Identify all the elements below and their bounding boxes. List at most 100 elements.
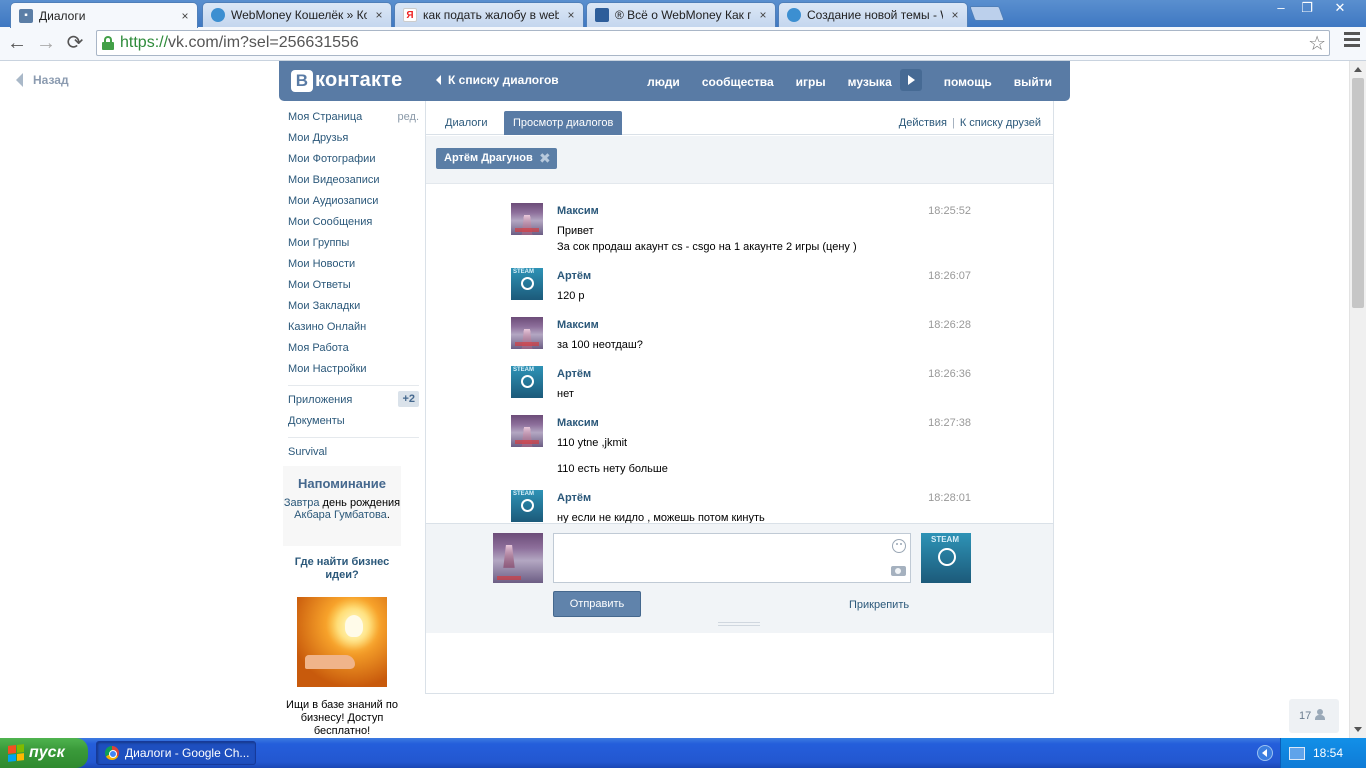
ad-image-lightbulb[interactable]	[297, 597, 387, 687]
play-icon[interactable]	[899, 69, 922, 91]
nav-communities[interactable]: сообщества	[702, 75, 774, 89]
tab-dialogs[interactable]: Диалоги	[436, 111, 497, 135]
my-avatar[interactable]	[493, 533, 543, 583]
reminder-person-link[interactable]: Акбара Гумбатова	[294, 509, 387, 521]
browser-tab[interactable]: ® Всё о WebMoney Как п ×	[586, 2, 776, 27]
actions-link[interactable]: Действия	[899, 117, 947, 129]
sidebar-item-docs[interactable]: Документы	[288, 414, 419, 435]
online-count: 17	[1299, 710, 1312, 722]
tab-view-dialogs[interactable]: Просмотр диалогов	[504, 111, 623, 135]
vk-logo[interactable]: В контакте	[291, 69, 403, 92]
browser-tab[interactable]: WebMoney Кошелёк » Коше ×	[202, 2, 392, 27]
sidebar-item-casino[interactable]: Казино Онлайн	[288, 320, 419, 341]
remove-chip-icon[interactable]: ✖	[539, 148, 551, 169]
start-button[interactable]: пуск	[0, 738, 88, 768]
sidebar-item-audios[interactable]: Мои Аудиозаписи	[288, 194, 419, 215]
edit-link[interactable]: ред.	[398, 110, 419, 124]
avatar[interactable]: STEAM	[511, 268, 543, 300]
message-author[interactable]: Артём	[557, 492, 591, 504]
restore-button[interactable]: ❐	[1294, 0, 1320, 17]
sidebar-item-work[interactable]: Моя Работа	[288, 341, 419, 362]
message-author[interactable]: Артём	[557, 270, 591, 282]
avatar[interactable]	[511, 203, 543, 235]
bookmark-star-icon[interactable]: ☆	[1308, 31, 1326, 56]
sidebar-item-groups[interactable]: Мои Группы	[288, 236, 419, 257]
browser-tab[interactable]: ▪ Диалоги ×	[10, 2, 198, 28]
scroll-up-arrow-icon[interactable]	[1354, 67, 1362, 72]
chrome-icon	[105, 746, 119, 760]
close-icon[interactable]: ×	[565, 8, 577, 22]
reload-button[interactable]: ⟳	[62, 31, 88, 57]
friends-list-link[interactable]: К списку друзей	[960, 117, 1041, 129]
close-icon[interactable]: ×	[757, 8, 769, 22]
steam-icon	[521, 375, 534, 388]
browser-tab-label: Диалоги	[39, 8, 86, 23]
avatar[interactable]	[511, 415, 543, 447]
browser-tab[interactable]: Создание новой темы - We ×	[778, 2, 968, 27]
sidebar-item-bookmarks[interactable]: Мои Закладки	[288, 299, 419, 320]
avatar[interactable]: STEAM	[511, 490, 543, 522]
nav-people[interactable]: люди	[647, 75, 680, 89]
menu-icon[interactable]	[1344, 32, 1360, 50]
sidebar-item-settings[interactable]: Мои Настройки	[288, 362, 419, 383]
avatar[interactable]	[511, 317, 543, 349]
globe-icon	[211, 8, 225, 22]
close-icon[interactable]: ×	[949, 8, 961, 22]
message-line: Привет	[557, 225, 594, 237]
scroll-down-arrow-icon[interactable]	[1354, 727, 1362, 732]
filter-bar: Артём Драгунов ✖	[426, 136, 1053, 184]
sidebar-item-my-page[interactable]: Моя Страница ред.	[288, 110, 419, 131]
message-line: 110 ytne ,jkmit	[557, 437, 628, 449]
browser-tab[interactable]: Я как подать жалобу в webm ×	[394, 2, 584, 27]
sidebar-item-survival[interactable]: Survival	[288, 445, 419, 466]
sidebar-item-videos[interactable]: Мои Видеозаписи	[288, 173, 419, 194]
network-icon[interactable]	[1289, 746, 1305, 760]
reminder-tomorrow-link[interactable]: Завтра	[284, 497, 320, 509]
page-back-link[interactable]: Назад	[16, 73, 69, 87]
participant-chip[interactable]: Артём Драгунов ✖	[436, 148, 557, 169]
peer-avatar[interactable]: STEAM	[921, 533, 971, 583]
close-icon[interactable]: ×	[373, 8, 385, 22]
back-to-dialogs-link[interactable]: К списку диалогов	[436, 73, 559, 87]
nav-games[interactable]: игры	[796, 75, 826, 89]
avatar[interactable]: STEAM	[511, 366, 543, 398]
show-hidden-icons-button[interactable]	[1257, 745, 1273, 761]
taskbar-window-chrome[interactable]: Диалоги - Google Ch...	[96, 741, 256, 765]
address-bar[interactable]: https:// vk.com/im?sel=256631556	[96, 30, 1330, 56]
sidebar-item-apps[interactable]: Приложения +2	[288, 391, 419, 414]
nav-music[interactable]: музыка	[848, 75, 892, 89]
sidebar-ad[interactable]: Где найти бизнес идеи? Ищи в базе знаний…	[283, 556, 401, 738]
sidebar-item-news[interactable]: Мои Новости	[288, 257, 419, 278]
send-button[interactable]: Отправить	[553, 591, 641, 617]
vk-logo-letter: В	[291, 69, 313, 92]
minimize-button[interactable]: –	[1268, 0, 1294, 17]
close-icon[interactable]: ×	[179, 9, 191, 23]
online-friends-counter[interactable]: 17	[1289, 699, 1339, 733]
camera-icon[interactable]	[891, 566, 906, 576]
forward-button[interactable]: →	[33, 31, 59, 57]
attach-link[interactable]: Прикрепить	[849, 599, 909, 611]
smile-icon[interactable]	[892, 539, 906, 553]
message-author[interactable]: Максим	[557, 319, 599, 331]
clock[interactable]: 18:54	[1313, 746, 1343, 760]
sidebar-item-messages[interactable]: Мои Сообщения	[288, 215, 419, 236]
message-author[interactable]: Максим	[557, 417, 599, 429]
nav-help[interactable]: помощь	[944, 75, 992, 89]
message-author[interactable]: Артём	[557, 368, 591, 380]
scroll-thumb[interactable]	[1352, 78, 1364, 308]
back-button[interactable]: ←	[4, 31, 30, 57]
sidebar-item-friends[interactable]: Мои Друзья	[288, 131, 419, 152]
page-scrollbar[interactable]	[1349, 61, 1366, 738]
ad-title[interactable]: Где найти бизнес идеи?	[283, 556, 401, 582]
message-text: Привет За сок продаш акаунт cs - csgo на…	[557, 223, 937, 255]
resize-grip[interactable]	[718, 622, 760, 626]
new-tab-button[interactable]	[969, 6, 1005, 21]
message-input[interactable]	[553, 533, 911, 583]
sidebar-item-photos[interactable]: Мои Фотографии	[288, 152, 419, 173]
close-window-button[interactable]: ✕	[1320, 0, 1360, 17]
message-text: 120 р	[557, 288, 937, 304]
nav-logout[interactable]: выйти	[1014, 75, 1052, 89]
back-to-dialogs-label: К списку диалогов	[448, 73, 559, 87]
sidebar-item-answers[interactable]: Мои Ответы	[288, 278, 419, 299]
message-author[interactable]: Максим	[557, 205, 599, 217]
